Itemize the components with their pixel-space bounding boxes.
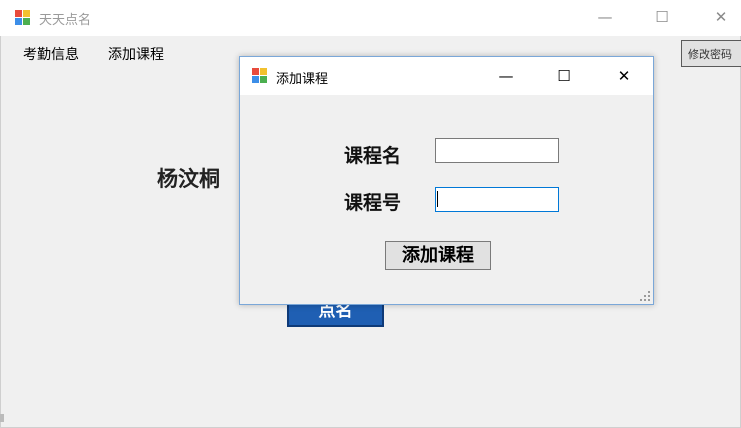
course-name-label: 课程名 (344, 145, 402, 167)
resize-grip-icon[interactable] (640, 291, 650, 301)
close-button[interactable]: ✕ (710, 6, 732, 28)
text-caret (437, 191, 438, 207)
dialog-maximize-button[interactable]: ☐ (552, 65, 576, 87)
course-name-input[interactable] (435, 138, 559, 163)
menu-attendance[interactable]: 考勤信息 (23, 44, 79, 64)
maximize-button[interactable]: ☐ (651, 6, 673, 28)
dialog-close-button[interactable]: ✕ (612, 65, 636, 87)
main-titlebar[interactable]: 天天点名 — ☐ ✕ (0, 0, 741, 36)
minimize-button[interactable]: — (594, 6, 616, 28)
app-icon (15, 10, 31, 26)
add-course-dialog: 添加课程 — ☐ ✕ 课程名 课程号 添加课程 (239, 56, 654, 305)
dialog-titlebar[interactable]: 添加课程 — ☐ ✕ (240, 57, 653, 95)
resize-edge (0, 414, 4, 422)
dialog-minimize-button[interactable]: — (494, 65, 518, 87)
course-number-label: 课程号 (344, 192, 402, 214)
student-name-label: 杨汶桐 (157, 166, 220, 191)
menu-add-course[interactable]: 添加课程 (108, 44, 164, 64)
add-course-button[interactable]: 添加课程 (385, 241, 491, 270)
window-title: 天天点名 (39, 13, 92, 28)
dialog-app-icon (252, 68, 268, 84)
dialog-title: 添加课程 (276, 72, 329, 87)
edit-password-button[interactable]: 修改密码 (681, 40, 741, 67)
course-number-input[interactable] (435, 187, 559, 212)
